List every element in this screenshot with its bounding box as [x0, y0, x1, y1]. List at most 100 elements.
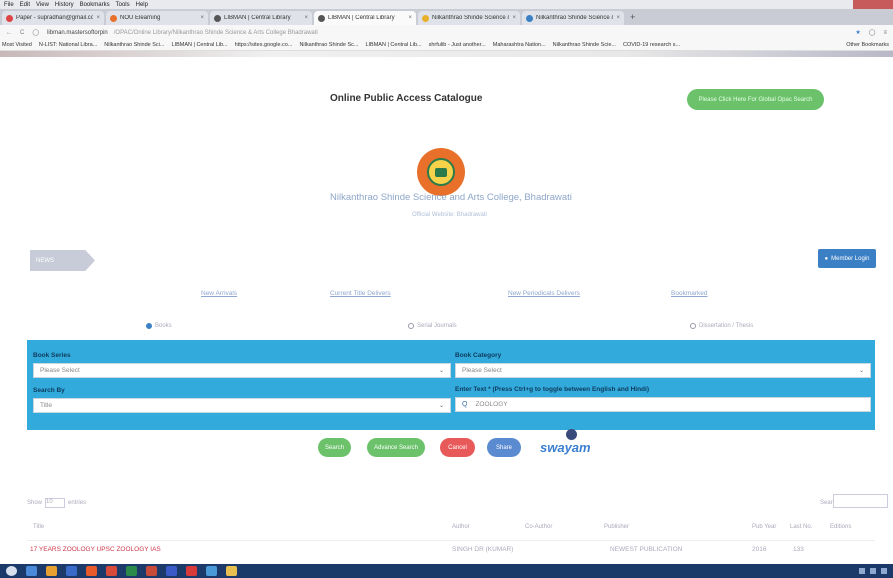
column-header-author[interactable]: Author	[452, 524, 470, 530]
cell-author: SINGH DR (KUMAR)	[452, 546, 514, 553]
site-icon	[422, 14, 429, 22]
radio-dot	[690, 323, 696, 329]
cell-pub-year: 2016	[752, 546, 767, 553]
app-icon[interactable]	[46, 566, 57, 576]
reload-icon[interactable]: C	[20, 30, 24, 36]
radio-dissertation[interactable]: Dissertation / Thesis	[690, 323, 753, 329]
app-icon[interactable]	[106, 566, 117, 576]
show-entries: Show 10 entries	[27, 498, 87, 508]
firefox-icon[interactable]	[86, 566, 97, 576]
swayam-logo[interactable]: swayam	[538, 429, 591, 459]
bookmarked-link[interactable]: Bookmarked	[671, 290, 708, 297]
start-icon[interactable]	[6, 566, 17, 576]
battery-icon[interactable]	[881, 568, 887, 574]
back-icon[interactable]: ←	[6, 30, 12, 36]
new-tab-icon[interactable]: +	[630, 12, 635, 22]
search-by-select[interactable]: Title ⌄	[33, 398, 451, 413]
enter-text-label: Enter Text * (Press Ctrl+g to toggle bet…	[455, 386, 650, 393]
app-icon[interactable]	[166, 566, 177, 576]
close-tab-icon[interactable]: ×	[304, 15, 308, 21]
new-arrivals-link[interactable]: New Arrivals	[201, 290, 237, 297]
search-panel	[27, 340, 875, 430]
close-tab-icon[interactable]: ×	[200, 15, 204, 21]
cancel-button[interactable]: Cancel	[440, 438, 475, 457]
bookmark-item[interactable]: Most Visited	[2, 42, 32, 48]
book-series-select[interactable]: Please Select ⌄	[33, 363, 451, 378]
bookmark-item[interactable]: shrfulib - Just another...	[429, 42, 486, 48]
menu-tools[interactable]: Tools	[116, 2, 130, 8]
other-bookmarks[interactable]: Other Bookmarks	[846, 42, 893, 48]
window-controls[interactable]	[853, 0, 893, 9]
menu-history[interactable]: History	[55, 2, 74, 8]
chevron-down-icon: ⌄	[438, 403, 444, 409]
close-tab-icon[interactable]: ×	[408, 15, 412, 21]
browser-tab[interactable]: NOU Elearning ×	[106, 11, 208, 25]
address-field[interactable]: libman.mastersoftorpin /OPAC/Online Libr…	[47, 30, 847, 36]
share-button[interactable]: Share	[487, 438, 521, 457]
member-login-button[interactable]: ● Member Login	[818, 249, 876, 268]
bookmark-item[interactable]: Nilkanthrao Shinde Sc...	[299, 42, 358, 48]
college-name: Nilkanthrao Shinde Science and Arts Coll…	[330, 192, 572, 203]
bookmark-item[interactable]: N-LIST: National Libra...	[39, 42, 97, 48]
book-category-select[interactable]: Please Select ⌄	[455, 363, 871, 378]
app-icon[interactable]	[126, 566, 137, 576]
column-header-last-no[interactable]: Last No.	[790, 524, 812, 530]
browser-tab[interactable]: Nilkanthrao Shinde Science & A ×	[522, 11, 624, 25]
bookmark-item[interactable]: Nilkanthrao Shinde Sci...	[104, 42, 164, 48]
network-icon[interactable]	[859, 568, 865, 574]
shield-icon: ◯	[32, 30, 40, 36]
close-tab-icon[interactable]: ×	[512, 15, 516, 21]
browser-tab[interactable]: LIBMAN | Central Library ×	[210, 11, 312, 25]
new-periodicals-link[interactable]: New Periodicals Delivers	[508, 290, 580, 297]
gmail-icon	[6, 14, 13, 22]
menu-bookmarks[interactable]: Bookmarks	[80, 2, 110, 8]
cell-title[interactable]: 17 YEARS ZOOLOGY UPSC ZOOLOGY IAS	[30, 546, 161, 553]
column-header-publisher[interactable]: Publisher	[604, 524, 629, 530]
app-icon[interactable]	[66, 566, 77, 576]
menu-icon[interactable]: ≡	[883, 30, 887, 36]
advance-search-button[interactable]: Advance Search	[367, 438, 425, 457]
current-title-link[interactable]: Current Title Delivers	[330, 290, 391, 297]
menu-edit[interactable]: Edit	[20, 2, 30, 8]
user-icon: ●	[824, 255, 829, 262]
app-icon[interactable]	[146, 566, 157, 576]
menu-file[interactable]: File	[4, 2, 14, 8]
taskbar	[0, 564, 893, 578]
browser-tab[interactable]: Paper - supradhan@gmail.com ×	[2, 11, 104, 25]
bookmark-item[interactable]: https://sites.google.co...	[235, 42, 293, 48]
radio-serial-journals[interactable]: Serial Journals	[408, 323, 457, 329]
bookmarks-bar: Most Visited N-LIST: National Libra... N…	[0, 40, 893, 51]
column-header-title[interactable]: Title	[33, 524, 44, 530]
system-tray	[859, 568, 893, 574]
shield-icon[interactable]: ◯	[869, 29, 876, 36]
app-icon[interactable]	[186, 566, 197, 576]
bookmark-item[interactable]: COVID-19 research s...	[623, 42, 680, 48]
news-ribbon: NEWS	[30, 250, 95, 271]
radio-books[interactable]: Books	[146, 323, 172, 329]
bookmark-item[interactable]: Maharashtra Nation...	[493, 42, 546, 48]
column-header-co-author[interactable]: Co-Author	[525, 524, 552, 530]
close-tab-icon[interactable]: ×	[616, 15, 620, 21]
explorer-icon[interactable]	[26, 566, 37, 576]
browser-tab-active[interactable]: LIBMAN | Central Library ×	[314, 11, 416, 25]
column-header-pub-year[interactable]: Pub Year	[752, 524, 776, 530]
star-icon[interactable]: ★	[855, 29, 860, 36]
browser-tab[interactable]: Nilkanthrao Shinde Science & A ×	[418, 11, 520, 25]
close-tab-icon[interactable]: ×	[96, 15, 100, 21]
app-icon[interactable]	[206, 566, 217, 576]
bookmark-item[interactable]: LIBMAN | Central Lib...	[171, 42, 227, 48]
swayam-badge-icon	[566, 429, 577, 440]
app-icon[interactable]	[226, 566, 237, 576]
column-header-editions[interactable]: Editions	[830, 524, 851, 530]
search-text-input[interactable]: Q ZOOLOGY	[455, 397, 871, 412]
menu-help[interactable]: Help	[136, 2, 148, 8]
bookmark-item[interactable]: Nilkanthrao Shinde Scie...	[553, 42, 616, 48]
table-search-input[interactable]	[833, 494, 888, 508]
bookmark-item[interactable]: LIBMAN | Central Lib...	[365, 42, 421, 48]
entries-select[interactable]: 10	[45, 498, 66, 508]
search-button[interactable]: Search	[318, 438, 351, 457]
volume-icon[interactable]	[870, 568, 876, 574]
global-opac-search-button[interactable]: Please Click Here For Global Opac Search	[687, 89, 824, 110]
menu-view[interactable]: View	[36, 2, 49, 8]
page-title: Online Public Access Catalogue	[330, 93, 483, 104]
